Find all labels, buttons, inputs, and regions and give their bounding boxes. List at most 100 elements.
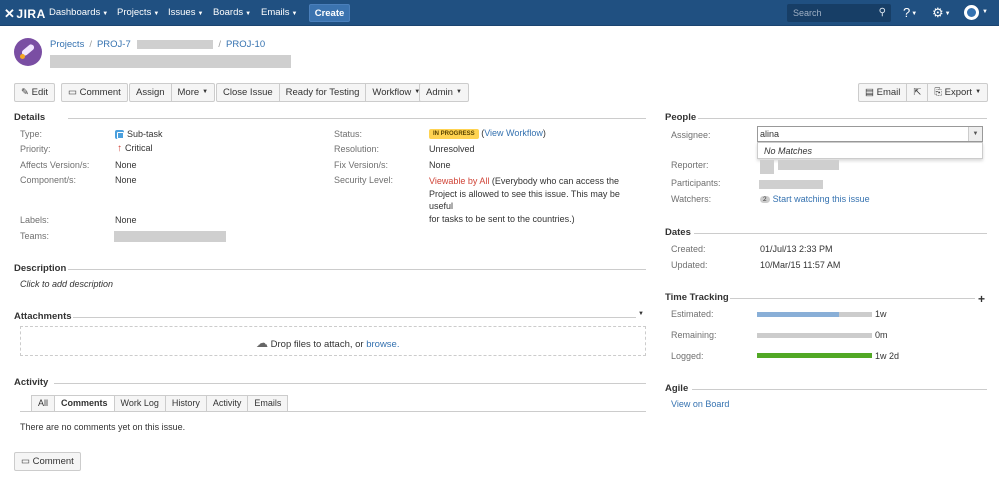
logged-label: Logged: [671, 351, 704, 361]
add-time-icon[interactable]: + [978, 292, 985, 306]
people-heading: People [665, 112, 697, 123]
affects-versions-label: Affects Version/s: [20, 160, 90, 170]
components-value[interactable]: None [115, 175, 137, 185]
comment-button[interactable]: ▭ Comment [61, 83, 128, 102]
estimated-bar-fill [757, 312, 839, 317]
view-on-board-link[interactable]: View on Board [671, 399, 729, 409]
ready-for-testing-button[interactable]: Ready for Testing [278, 83, 367, 102]
tab-emails[interactable]: Emails [247, 395, 289, 412]
nav-emails[interactable]: Emails ▼ [261, 7, 297, 18]
labels-label: Labels: [20, 215, 50, 225]
chevron-down-icon: ▼ [245, 11, 252, 17]
section-divider [730, 298, 975, 299]
tabs-underline [20, 411, 646, 412]
estimated-bar [757, 312, 872, 317]
fix-versions-label: Fix Version/s: [334, 160, 389, 170]
comment-icon: ▭ [68, 87, 77, 98]
nav-dashboards[interactable]: Dashboards ▼ [49, 7, 108, 18]
estimated-value: 1w [875, 309, 887, 319]
share-button[interactable]: ⇱ [906, 83, 929, 102]
assignee-combobox: ▼ [757, 126, 983, 142]
assign-more-group: Assign More ▼ [129, 83, 216, 102]
status-badge: IN PROGRESS [429, 128, 479, 139]
nav-issues[interactable]: Issues ▼ [168, 7, 203, 18]
watch-count-badge[interactable]: 2 [760, 196, 770, 204]
nav-projects[interactable]: Projects ▼ [117, 7, 159, 18]
assignee-input[interactable] [760, 128, 965, 140]
email-button[interactable]: ▤ Email [858, 83, 908, 102]
security-level-label: Security Level: [334, 175, 394, 185]
chevron-down-icon: ▼ [102, 11, 109, 17]
remaining-label: Remaining: [671, 330, 717, 340]
remaining-bar [757, 333, 872, 338]
logged-bar [757, 353, 872, 358]
chevron-down-icon: ▼ [202, 89, 209, 95]
export-icon: ⎘ [934, 87, 942, 99]
start-watching-link[interactable]: Start watching this issue [773, 194, 870, 204]
chevron-down-icon: ▼ [911, 10, 918, 17]
export-button[interactable]: ⎘ Export ▼ [927, 83, 989, 102]
add-comment-button[interactable]: ▭ Comment [14, 452, 81, 471]
nav-boards[interactable]: Boards ▼ [213, 7, 251, 18]
chevron-down-icon[interactable]: ▼ [968, 127, 982, 141]
comment-icon: ▭ [21, 456, 30, 467]
components-label: Component/s: [20, 175, 77, 185]
edit-button[interactable]: ✎ Edit [14, 83, 55, 102]
logged-value: 1w 2d [875, 351, 900, 361]
section-divider [68, 118, 646, 119]
chevron-down-icon[interactable]: ▼ [982, 9, 988, 15]
chevron-down-icon[interactable]: ▼ [638, 311, 644, 317]
description-field[interactable]: Click to add description [20, 279, 113, 289]
tab-history[interactable]: History [164, 395, 207, 412]
search-icon[interactable]: ⚲ [879, 7, 886, 18]
teams-label: Teams: [20, 231, 50, 241]
priority-label: Priority: [20, 144, 51, 154]
help-icon[interactable]: ?▼ [903, 5, 917, 20]
admin-button[interactable]: Admin ▼ [419, 83, 469, 102]
breadcrumb-parent-issue[interactable]: PROJ-7 [97, 39, 131, 50]
tab-activity[interactable]: Activity [205, 395, 249, 412]
security-level-link[interactable]: Viewable by All [429, 176, 489, 186]
assignee-suggestions: No Matches [757, 142, 983, 159]
tab-comments[interactable]: Comments [54, 395, 115, 412]
close-issue-button[interactable]: Close Issue [216, 83, 280, 102]
assignee-label: Assignee: [671, 130, 711, 140]
labels-value[interactable]: None [115, 215, 137, 225]
create-button[interactable]: Create [309, 4, 350, 22]
agile-heading: Agile [665, 383, 689, 394]
view-workflow-link[interactable]: View Workflow [484, 128, 543, 138]
pencil-icon: ✎ [21, 87, 29, 98]
project-avatar[interactable] [14, 38, 42, 66]
time-tracking-heading: Time Tracking [665, 292, 729, 303]
remaining-value: 0m [875, 330, 888, 340]
assign-button[interactable]: Assign [129, 83, 172, 102]
status-label: Status: [334, 129, 363, 139]
atlassian-logo-icon: ✕ [4, 6, 16, 21]
search-box: ⚲ [787, 4, 891, 22]
resolution-value: Unresolved [429, 144, 475, 154]
chevron-down-icon: ▼ [455, 89, 462, 95]
jira-logo[interactable]: ✕JIRA [4, 6, 46, 22]
type-value: Sub-task [115, 129, 163, 140]
breadcrumb: Projects / PROJ-7 /PROJ-10 [50, 39, 266, 50]
reporter-avatar [760, 160, 774, 174]
breadcrumb-issue-key[interactable]: PROJ-10 [226, 39, 265, 50]
affects-versions-value[interactable]: None [115, 160, 137, 170]
browse-link[interactable]: browse. [366, 339, 399, 350]
breadcrumb-projects[interactable]: Projects [50, 39, 84, 50]
subtask-icon [115, 130, 124, 140]
tab-work-log[interactable]: Work Log [113, 395, 166, 412]
status-value: IN PROGRESS (View Workflow) [429, 128, 546, 139]
more-button[interactable]: More ▼ [170, 83, 216, 102]
fix-versions-value[interactable]: None [429, 160, 451, 170]
security-level-value: Viewable by All (Everybody who can acces… [429, 176, 620, 224]
search-input[interactable] [787, 4, 877, 22]
attachments-heading: Attachments [14, 311, 72, 322]
resolution-label: Resolution: [334, 144, 380, 154]
tab-all[interactable]: All [31, 395, 56, 412]
user-avatar[interactable] [964, 5, 979, 20]
cloud-upload-icon: ☁ [256, 336, 268, 350]
gear-icon[interactable]: ⚙▼ [932, 5, 951, 21]
activity-heading: Activity [14, 377, 49, 388]
workflow-button[interactable]: Workflow ▼ [365, 83, 428, 102]
